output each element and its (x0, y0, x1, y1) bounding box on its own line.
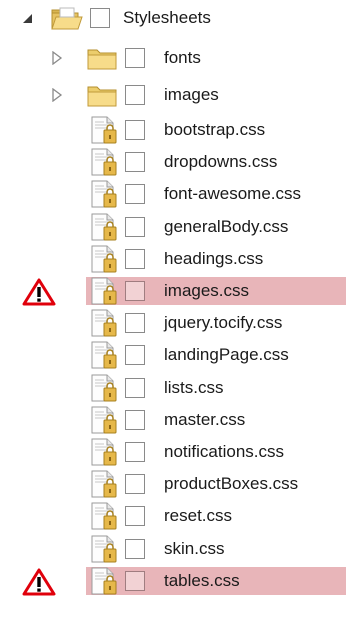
css-file-icon (88, 374, 122, 402)
collapsed-triangle-icon[interactable] (50, 51, 64, 65)
tree-item-label: headings.css (164, 249, 264, 268)
tree-item-label: jquery.tocify.css (164, 313, 283, 332)
stylesheets-tree: Stylesheets fonts images bootstrap.css d… (0, 0, 356, 637)
tree-item-label: font-awesome.css (164, 184, 301, 203)
css-file-icon (88, 438, 122, 466)
tree-item-label: bootstrap.css (164, 120, 266, 139)
tree-item-label: images.css (164, 281, 250, 300)
file-checkbox[interactable] (125, 249, 145, 269)
file-checkbox[interactable] (125, 539, 145, 559)
css-file-icon (88, 277, 122, 305)
tree-item-label: master.css (164, 410, 246, 429)
tree-item-label: skin.css (164, 539, 225, 558)
file-checkbox[interactable] (125, 120, 145, 140)
collapsed-triangle-icon[interactable] (50, 88, 64, 102)
css-file-icon (88, 535, 122, 563)
tree-item-file[interactable]: jquery.tocify.css (0, 308, 356, 338)
stylesheets-checkbox[interactable] (90, 8, 110, 28)
tree-item-label: lists.css (164, 378, 224, 397)
file-checkbox[interactable] (125, 378, 145, 398)
file-checkbox[interactable] (125, 217, 145, 237)
tree-item-label: dropdowns.css (164, 152, 278, 171)
expanded-triangle-icon[interactable] (20, 11, 34, 25)
file-checkbox[interactable] (125, 474, 145, 494)
css-file-icon (88, 213, 122, 241)
tree-item-label: notifications.css (164, 442, 284, 461)
tree-item-file[interactable]: master.css (0, 405, 356, 435)
css-file-icon (88, 245, 122, 273)
file-checkbox[interactable] (125, 571, 145, 591)
tree-item-file[interactable]: dropdowns.css (0, 147, 356, 177)
file-checkbox[interactable] (125, 184, 145, 204)
fonts-checkbox[interactable] (125, 48, 145, 68)
tree-item-file[interactable]: tables.css (0, 566, 356, 596)
css-file-icon (88, 502, 122, 530)
tree-item-label: generalBody.css (164, 217, 289, 236)
tree-item-label: Stylesheets (123, 8, 211, 27)
tree-item-file[interactable]: images.css (0, 276, 356, 306)
css-file-icon (88, 309, 122, 337)
folder-icon (86, 44, 120, 72)
tree-item-file[interactable]: bootstrap.css (0, 115, 356, 145)
tree-item-file[interactable]: lists.css (0, 373, 356, 403)
tree-item-images-folder[interactable]: images (0, 80, 356, 110)
tree-item-fonts[interactable]: fonts (0, 43, 356, 73)
file-checkbox[interactable] (125, 442, 145, 462)
tree-item-file[interactable]: font-awesome.css (0, 179, 356, 209)
tree-item-label: productBoxes.css (164, 474, 299, 493)
css-file-icon (88, 148, 122, 176)
tree-item-file[interactable]: generalBody.css (0, 212, 356, 242)
css-file-icon (88, 180, 122, 208)
tree-item-file[interactable]: notifications.css (0, 437, 356, 467)
images-folder-checkbox[interactable] (125, 85, 145, 105)
tree-item-label: fonts (164, 48, 201, 67)
warning-icon (22, 568, 56, 596)
file-checkbox[interactable] (125, 345, 145, 365)
file-checkbox[interactable] (125, 313, 145, 333)
css-file-icon (88, 406, 122, 434)
file-checkbox[interactable] (125, 410, 145, 430)
open-folder-icon (50, 4, 84, 32)
file-checkbox[interactable] (125, 506, 145, 526)
tree-item-file[interactable]: productBoxes.css (0, 469, 356, 499)
tree-item-file[interactable]: landingPage.css (0, 340, 356, 370)
tree-item-file[interactable]: skin.css (0, 534, 356, 564)
tree-item-stylesheets[interactable]: Stylesheets (0, 3, 356, 33)
css-file-icon (88, 116, 122, 144)
tree-item-label: landingPage.css (164, 345, 289, 364)
css-file-icon (88, 567, 122, 595)
tree-item-label: images (164, 85, 219, 104)
tree-item-file[interactable]: reset.css (0, 501, 356, 531)
css-file-icon (88, 341, 122, 369)
folder-icon (86, 81, 120, 109)
css-file-icon (88, 470, 122, 498)
tree-item-label: tables.css (164, 571, 240, 590)
warning-icon (22, 278, 56, 306)
tree-item-file[interactable]: headings.css (0, 244, 356, 274)
file-checkbox[interactable] (125, 281, 145, 301)
file-checkbox[interactable] (125, 152, 145, 172)
tree-item-label: reset.css (164, 506, 233, 525)
